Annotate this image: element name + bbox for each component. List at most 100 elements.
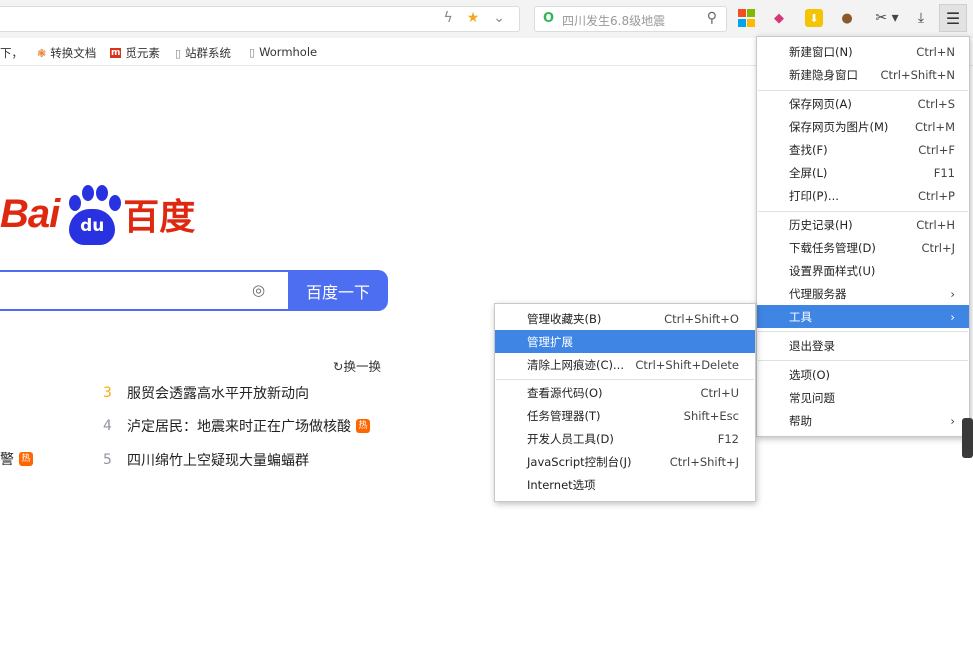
hot-rank: 5 (103, 452, 112, 468)
menu-item-label: 全屏(L) (789, 165, 828, 180)
menu-separator (496, 379, 754, 380)
camera-icon[interactable]: ◎ (252, 281, 272, 299)
address-bar[interactable]: ϟ ★ ⌄ (0, 6, 520, 32)
convert-icon: ❃ (37, 46, 47, 60)
bookmark-item[interactable]: 下， (0, 45, 23, 61)
hot-rank: 3 (103, 385, 112, 401)
hot-rank: 4 (103, 418, 112, 434)
menu-item-label: 任务管理器(T) (527, 408, 601, 423)
menu-item-downloads[interactable]: 下载任务管理(D) Ctrl+J (757, 236, 969, 259)
bookmark-item[interactable]: ▯ Wormhole (249, 45, 317, 59)
bookmark-label: 站群系统 (185, 46, 232, 60)
browser-main-menu: 新建窗口(N) Ctrl+N 新建隐身窗口 Ctrl+Shift+N 保存网页(A)… (756, 36, 970, 437)
menu-item-tools[interactable]: 工具 › (757, 305, 969, 328)
bookmark-label: 觅元素 (125, 46, 160, 60)
bookmark-item[interactable]: m 觅元素 (110, 45, 160, 61)
menu-item-new-window[interactable]: 新建窗口(N) Ctrl+N (757, 40, 969, 63)
menu-item-shortcut: Shift+Esc (683, 408, 739, 423)
logo-paw-text: du (69, 209, 116, 245)
menu-item-shortcut: Ctrl+U (700, 385, 739, 400)
download-box-icon[interactable]: ⬇ (805, 9, 823, 27)
menu-item-shortcut: Ctrl+Shift+J (669, 454, 739, 469)
hot-badge-icon: 热 (356, 419, 370, 433)
paw-icon: du (63, 183, 122, 245)
menu-item-label: 工具 (789, 309, 812, 324)
menu-item-find[interactable]: 查找(F) Ctrl+F (757, 138, 969, 161)
menu-item-shortcut: Ctrl+J (921, 240, 956, 255)
hot-list-item-left[interactable]: 警 热 (0, 449, 33, 469)
refresh-button[interactable]: ↻换一换 (333, 356, 381, 375)
menu-item-options[interactable]: 选项(O) (757, 363, 969, 386)
m-logo-icon: m (110, 48, 122, 58)
bookmark-item[interactable]: ❃ 转换文档 (37, 45, 96, 61)
menu-item-label: 清除上网痕迹(C)... (527, 357, 624, 372)
menu-item-label: 常见问题 (789, 390, 835, 405)
bookmark-item[interactable]: ▯ 站群系统 (175, 45, 231, 61)
diamond-icon[interactable]: ◆ (770, 9, 788, 27)
menu-item-history[interactable]: 历史记录(H) Ctrl+H (757, 213, 969, 236)
menu-item-label: 新建窗口(N) (789, 44, 853, 59)
tools-submenu: 管理收藏夹(B) Ctrl+Shift+O 管理扩展 清除上网痕迹(C)... Ct… (494, 303, 756, 502)
search-box[interactable]: O 四川发生6.8级地震 ⚲ (534, 6, 727, 32)
menu-item-print[interactable]: 打印(P)... Ctrl+P (757, 184, 969, 207)
menu-item-label: 打印(P)... (789, 188, 839, 203)
menu-separator (758, 90, 968, 91)
hot-title: 服贸会透露高水平开放新动向 (127, 386, 309, 402)
menu-item-shortcut: Ctrl+F (918, 142, 955, 157)
menu-item-label: 下载任务管理(D) (789, 240, 876, 255)
menu-item-label: Internet选项 (527, 477, 596, 492)
submenu-item-manage-extensions[interactable]: 管理扩展 (495, 330, 755, 353)
menu-item-help[interactable]: 帮助 › (757, 409, 969, 432)
apps-icon[interactable] (737, 9, 755, 27)
search-icon[interactable]: ⚲ (707, 10, 717, 26)
submenu-item-manage-favorites[interactable]: 管理收藏夹(B) Ctrl+Shift+O (495, 307, 755, 330)
baidu-logo[interactable]: Bai du 百度 (0, 178, 195, 250)
cookie-icon[interactable]: ● (838, 9, 856, 27)
download-icon[interactable]: ⤓ (912, 9, 930, 27)
menu-item-proxy[interactable]: 代理服务器 › (757, 282, 969, 305)
menu-item-faq[interactable]: 常见问题 (757, 386, 969, 409)
menu-item-label: JavaScript控制台(J) (527, 454, 632, 469)
menu-item-shortcut: Ctrl+H (916, 217, 955, 232)
menu-item-shortcut: Ctrl+Shift+Delete (635, 357, 739, 372)
search-placeholder: 四川发生6.8级地震 (562, 14, 666, 28)
hot-list-item[interactable]: 5 四川绵竹上空疑现大量蝙蝠群 (103, 450, 309, 470)
chevron-right-icon: › (950, 413, 955, 428)
menu-item-save-page[interactable]: 保存网页(A) Ctrl+S (757, 92, 969, 115)
browser-toolbar: ϟ ★ ⌄ O 四川发生6.8级地震 ⚲ ◆ ⬇ ● ✂ ▾ ⤓ ☰ (0, 0, 973, 38)
submenu-item-dev-tools[interactable]: 开发人员工具(D) F12 (495, 427, 755, 450)
menu-item-label: 选项(O) (789, 367, 831, 382)
menu-item-save-as-image[interactable]: 保存网页为图片(M) Ctrl+M (757, 115, 969, 138)
scissors-icon[interactable]: ✂ ▾ (872, 9, 902, 27)
menu-icon[interactable]: ☰ (939, 4, 967, 32)
menu-item-logout[interactable]: 退出登录 (757, 334, 969, 357)
address-bar-icons: ϟ ★ ⌄ (443, 10, 505, 26)
star-icon[interactable]: ★ (467, 10, 480, 26)
submenu-item-task-manager[interactable]: 任务管理器(T) Shift+Esc (495, 404, 755, 427)
chevron-down-icon[interactable]: ⌄ (493, 10, 505, 26)
menu-item-fullscreen[interactable]: 全屏(L) F11 (757, 161, 969, 184)
submenu-item-view-source[interactable]: 查看源代码(O) Ctrl+U (495, 381, 755, 404)
hot-title: 警 (0, 452, 14, 468)
menu-item-label: 开发人员工具(D) (527, 431, 614, 446)
scrollbar-thumb[interactable] (962, 418, 973, 458)
baidu-search-input[interactable] (0, 270, 290, 311)
menu-item-label: 管理扩展 (527, 334, 573, 349)
refresh-label: 换一换 (343, 359, 381, 374)
hot-badge-icon: 热 (19, 452, 33, 466)
page-icon: ▯ (175, 46, 182, 60)
menu-item-label: 管理收藏夹(B) (527, 311, 602, 326)
baidu-search-button[interactable]: 百度一下 (288, 270, 388, 311)
chevron-right-icon: › (950, 309, 955, 324)
search-engine-icon[interactable]: O (543, 11, 554, 26)
hot-list-item[interactable]: 3 服贸会透露高水平开放新动向 (103, 383, 309, 403)
menu-item-shortcut: Ctrl+M (914, 119, 955, 134)
menu-item-new-incognito-window[interactable]: 新建隐身窗口 Ctrl+Shift+N (757, 63, 969, 86)
lightning-icon[interactable]: ϟ (443, 10, 452, 26)
hot-list-item[interactable]: 4 泸定居民：地震来时正在广场做核酸 热 (103, 416, 370, 436)
submenu-item-clear-history[interactable]: 清除上网痕迹(C)... Ctrl+Shift+Delete (495, 353, 755, 376)
submenu-item-js-console[interactable]: JavaScript控制台(J) Ctrl+Shift+J (495, 450, 755, 473)
submenu-item-internet-options[interactable]: Internet选项 (495, 473, 755, 496)
menu-item-shortcut: F12 (717, 431, 739, 446)
menu-item-ui-style[interactable]: 设置界面样式(U) (757, 259, 969, 282)
